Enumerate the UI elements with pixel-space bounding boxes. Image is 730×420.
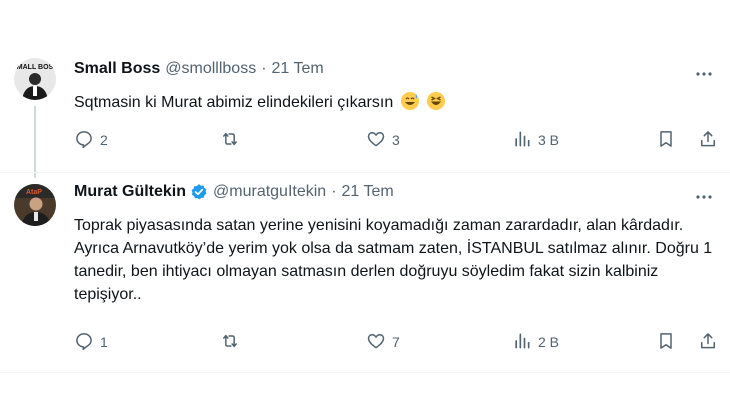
reply-button[interactable]: 1 <box>74 331 108 353</box>
tweet-text-content: Sqtmasin ki Murat abimiz elindekileri çı… <box>74 94 394 111</box>
like-count: 3 <box>392 132 400 148</box>
bookmark-button[interactable] <box>656 331 676 353</box>
avatar[interactable]: MALL BOS <box>14 58 56 100</box>
views-count: 3 B <box>538 132 560 148</box>
tweet-text: Toprak piyasasında satan yerine yenisini… <box>74 217 713 303</box>
svg-text:MALL BOS: MALL BOS <box>17 64 54 71</box>
avatar[interactable]: AtaP <box>14 184 56 226</box>
share-button[interactable] <box>698 331 718 353</box>
tweet-header: Murat Gültekin @muratguItekin · 21 Tem <box>74 183 394 201</box>
separator-dot: · <box>331 183 337 200</box>
reply-button[interactable]: 2 <box>74 129 108 151</box>
laughing-emoji <box>426 91 446 111</box>
share-icon <box>698 331 718 354</box>
bookmark-button[interactable] <box>656 129 676 151</box>
share-button[interactable] <box>698 129 718 151</box>
display-name[interactable]: Small Boss <box>74 60 160 78</box>
separator-dot: · <box>261 60 267 77</box>
retweet-button[interactable] <box>220 331 246 353</box>
heart-icon <box>366 129 386 152</box>
tweet-date[interactable]: 21 Tem <box>342 183 394 201</box>
sweat-smile-emoji <box>400 91 420 111</box>
heart-icon <box>366 331 386 354</box>
reply-count: 2 <box>100 132 108 148</box>
user-handle[interactable]: @smolllboss <box>165 60 256 78</box>
bookmark-icon <box>656 129 676 152</box>
reply-icon <box>74 129 94 152</box>
reply-icon <box>74 331 94 354</box>
retweet-icon <box>220 129 240 152</box>
tweet-header: Small Boss @smolllboss · 21 Tem <box>74 60 324 78</box>
display-name[interactable]: Murat Gültekin <box>74 183 186 201</box>
share-icon <box>698 129 718 152</box>
tweet-actions: 1 7 2 B <box>74 331 715 353</box>
verified-badge-icon[interactable] <box>190 183 208 201</box>
like-button[interactable]: 7 <box>366 331 400 353</box>
more-options-icon[interactable] <box>694 64 714 84</box>
reply-count: 1 <box>100 334 108 350</box>
svg-text:AtaP: AtaP <box>26 189 42 196</box>
thread-line <box>34 106 36 178</box>
retweet-icon <box>220 331 240 354</box>
tweet-divider <box>0 372 730 373</box>
views-count: 2 B <box>538 334 560 350</box>
like-count: 7 <box>392 334 400 350</box>
views-button[interactable]: 3 B <box>512 129 559 151</box>
user-handle[interactable]: @muratguItekin <box>213 183 326 201</box>
tweet-text: Sqtmasin ki Murat abimiz elindekileri çı… <box>74 91 714 114</box>
analytics-icon <box>512 331 532 354</box>
like-button[interactable]: 3 <box>366 129 400 151</box>
tweet-date[interactable]: 21 Tem <box>272 60 324 78</box>
bookmark-icon <box>656 331 676 354</box>
views-button[interactable]: 2 B <box>512 331 559 353</box>
retweet-button[interactable] <box>220 129 246 151</box>
more-options-icon[interactable] <box>694 187 714 207</box>
tweet-actions: 2 3 3 B <box>74 129 715 151</box>
tweet[interactable]: MALL BOS Small Boss @smolllboss · 21 Tem… <box>0 44 730 178</box>
tweet[interactable]: AtaP Murat Gültekin @muratguItekin · 21 … <box>0 172 730 372</box>
analytics-icon <box>512 129 532 152</box>
